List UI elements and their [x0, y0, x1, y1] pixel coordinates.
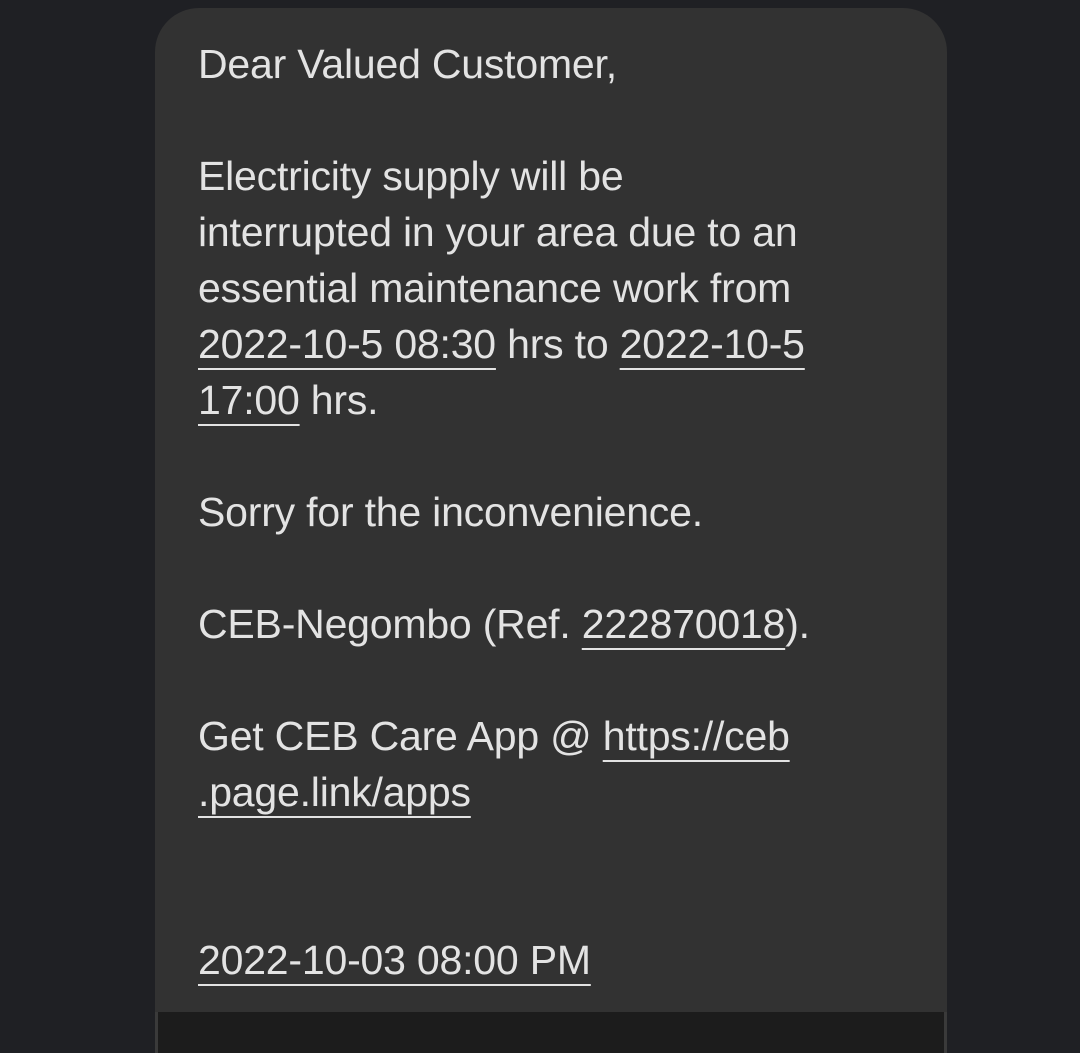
end-time-link[interactable]: 17:00	[198, 377, 300, 423]
sender-suffix-text: ).	[785, 601, 810, 647]
reference-number-link[interactable]: 222870018	[582, 601, 786, 647]
app-line: Get CEB Care App @ https://ceb	[198, 708, 898, 764]
hrs-to-text: hrs to	[495, 321, 620, 367]
app-link-part-2[interactable]: .page.link/apps	[198, 769, 471, 815]
sender-prefix-text: CEB-Negombo (Ref.	[198, 601, 582, 647]
body-line-3: essential maintenance work from	[198, 265, 792, 311]
start-datetime-link[interactable]: 2022-10-5 08:30	[198, 321, 496, 367]
body-line-1: Electricity supply will be	[198, 153, 624, 199]
sender-line: CEB-Negombo (Ref. 222870018).	[198, 596, 898, 652]
hrs-end-text: hrs.	[299, 377, 379, 423]
greeting-text: Dear Valued Customer,	[198, 41, 617, 87]
body-line-5: 17:00 hrs.	[198, 372, 898, 428]
app-prefix-text: Get CEB Care App @	[198, 713, 603, 759]
next-message-bubble	[155, 1012, 947, 1053]
end-date-link[interactable]: 2022-10-5	[620, 321, 805, 367]
app-link-line-2: .page.link/apps	[198, 764, 898, 820]
message-timestamp: 2022-10-03 08:00 PM	[198, 932, 898, 988]
apology-text: Sorry for the inconvenience.	[198, 489, 703, 535]
app-link-part-1[interactable]: https://ceb	[603, 713, 790, 759]
body-line-2: interrupted in your area due to an	[198, 209, 798, 255]
body-line-4: 2022-10-5 08:30 hrs to 2022-10-5	[198, 316, 898, 372]
timestamp-link[interactable]: 2022-10-03 08:00 PM	[198, 937, 591, 983]
